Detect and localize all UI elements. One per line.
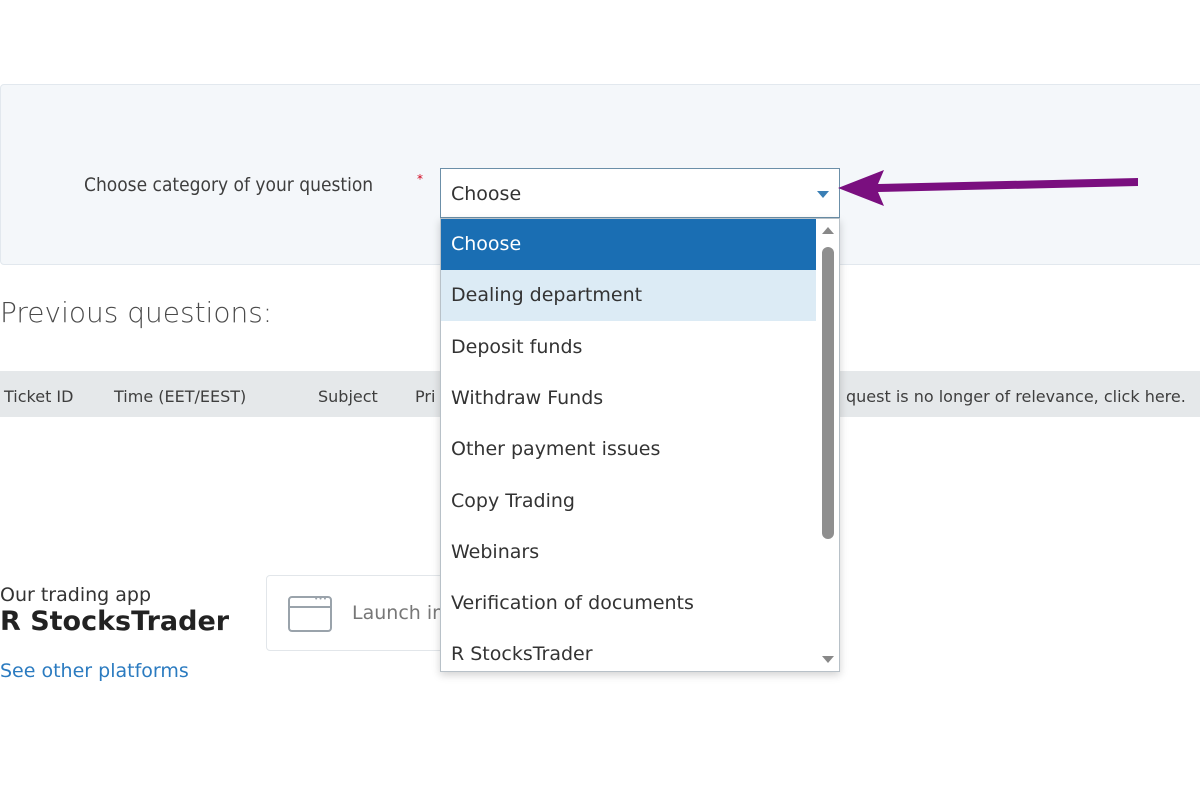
option-choose[interactable]: Choose: [441, 219, 816, 270]
option-copy-trading[interactable]: Copy Trading: [441, 476, 816, 527]
category-select[interactable]: Choose: [440, 168, 840, 218]
see-other-platforms-link[interactable]: See other platforms: [0, 660, 189, 682]
browser-window-icon: [288, 595, 332, 632]
option-webinars[interactable]: Webinars: [441, 527, 816, 578]
column-header-subject[interactable]: Subject: [318, 387, 378, 406]
caret-down-icon: [817, 191, 829, 198]
launch-label: Launch in: [352, 602, 445, 624]
scrollbar-thumb[interactable]: [822, 247, 834, 539]
launch-in-browser-button[interactable]: Launch in: [266, 575, 456, 651]
caret-up-icon[interactable]: [822, 227, 834, 234]
caret-down-icon[interactable]: [822, 656, 834, 663]
trading-app-caption: Our trading app: [0, 584, 151, 606]
previous-questions-title: Previous questions:: [0, 296, 273, 329]
column-header-time[interactable]: Time (EET/EEST): [114, 387, 246, 406]
dropdown-scrollbar[interactable]: [817, 219, 839, 671]
option-withdraw-funds[interactable]: Withdraw Funds: [441, 373, 816, 424]
option-dealing-department[interactable]: Dealing department: [441, 270, 816, 322]
option-r-stockstrader[interactable]: R StocksTrader: [441, 629, 816, 671]
category-dropdown-list[interactable]: R StocksTrader Verification of documents W…: [440, 218, 840, 672]
select-current-value: Choose: [451, 183, 522, 205]
option-other-payment-issues[interactable]: Other payment issues: [441, 424, 816, 475]
annotation-arrow: [838, 170, 1138, 206]
category-label: Choose category of your question: [84, 174, 374, 196]
column-header-ticket-id[interactable]: Ticket ID: [4, 387, 73, 406]
trading-app-name: R StocksTrader: [0, 606, 230, 637]
required-indicator: *: [417, 172, 423, 186]
column-header-priority[interactable]: Pri: [415, 387, 435, 406]
option-verification-of-documents[interactable]: Verification of documents: [441, 578, 816, 629]
option-deposit-funds[interactable]: Deposit funds: [441, 322, 816, 373]
support-page: Choose category of your question * Choos…: [0, 0, 1200, 800]
column-header-relevance-note: quest is no longer of relevance, click h…: [846, 387, 1186, 406]
